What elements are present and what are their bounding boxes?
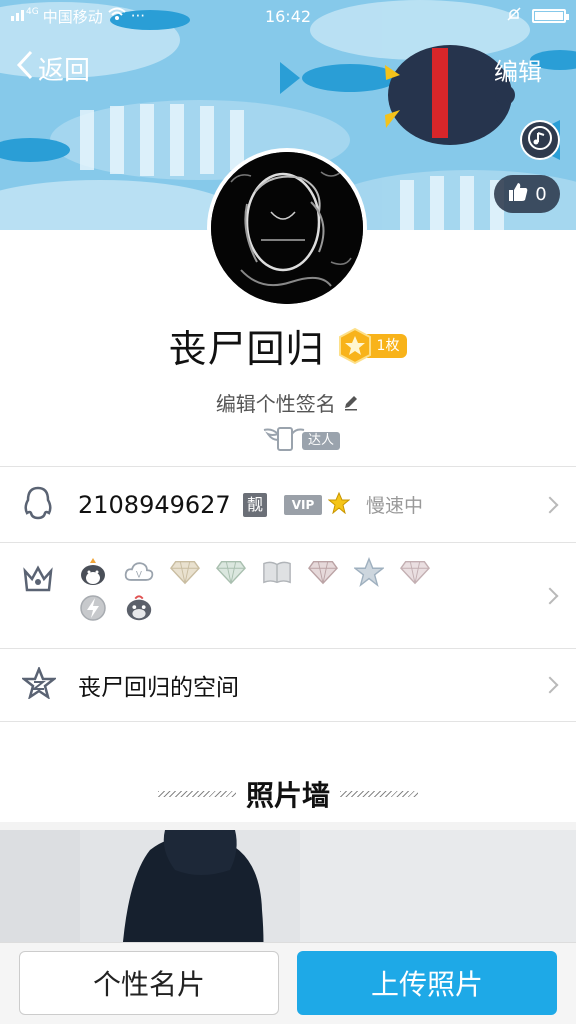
qzone-star-icon: [20, 665, 58, 703]
upload-photo-button[interactable]: 上传照片: [297, 951, 557, 1015]
winged-phone-icon: [262, 424, 306, 458]
medal-badge[interactable]: 1枚: [337, 327, 408, 365]
vip-star-icon: [327, 491, 351, 518]
qzone-row[interactable]: 丧尸回归的空间: [0, 648, 576, 722]
medal-count: 1枚: [366, 333, 408, 358]
diamond-pink-icon[interactable]: [308, 557, 338, 587]
speed-status: 慢速中: [366, 495, 424, 517]
status-bar: 4G 中国移动 ··· 16:42: [0, 0, 576, 32]
diamond-icon[interactable]: [170, 557, 200, 587]
chevron-right-icon: [541, 496, 559, 513]
pretty-number-tag: 靓: [243, 492, 267, 517]
divider-right: [340, 791, 418, 797]
chevron-left-icon: [16, 50, 34, 87]
battery-icon: [532, 9, 569, 23]
svg-text:V: V: [136, 569, 142, 579]
profile-card-button[interactable]: 个性名片: [19, 951, 279, 1015]
star-icon[interactable]: [354, 557, 384, 587]
divider-left: [157, 791, 236, 797]
photo-wall-title: 照片墙: [245, 779, 330, 812]
profile-page: 4G 中国移动 ··· 16:42 返回 编辑 0 丧尸回归 1枚 编辑个性签名…: [0, 0, 576, 1024]
photo-wall-header: 照片墙: [0, 774, 576, 814]
edit-button[interactable]: 编辑: [494, 52, 542, 87]
signature-text: 编辑个性签名: [215, 392, 336, 416]
clock: 16:42: [264, 6, 312, 26]
qq-number: 2108949627: [78, 490, 231, 519]
penguin-face-icon[interactable]: [124, 593, 154, 623]
badges-row[interactable]: V: [0, 542, 576, 648]
book-icon[interactable]: [262, 557, 292, 587]
music-icon: [527, 125, 553, 155]
diamond-light-icon[interactable]: [400, 557, 430, 587]
qq-penguin-outline-icon: [22, 485, 54, 525]
avatar[interactable]: [207, 148, 367, 308]
thumbs-up-icon: [507, 181, 529, 208]
signature-editor[interactable]: 编辑个性签名: [0, 388, 576, 417]
badge-list: V: [78, 557, 458, 623]
talent-badge[interactable]: 达人: [262, 424, 342, 454]
music-button[interactable]: [520, 120, 560, 160]
medal-star-icon: [337, 327, 373, 365]
back-label: 返回: [38, 56, 91, 86]
pencil-icon: [342, 392, 360, 416]
avatar-art: [211, 152, 363, 304]
cloud-v-icon[interactable]: V: [124, 557, 154, 587]
diamond-green-icon[interactable]: [216, 557, 246, 587]
profile-name: 丧尸回归: [168, 327, 325, 371]
like-count: 0: [535, 183, 547, 205]
chevron-right-icon: [541, 587, 559, 604]
qq-penguin-icon[interactable]: [78, 557, 108, 587]
talent-label: 达人: [302, 432, 341, 450]
chevron-right-icon: [541, 676, 559, 694]
crown-icon: [22, 563, 54, 597]
qq-number-row[interactable]: 2108949627 靓 VIP 慢速中: [0, 466, 576, 542]
bottom-action-bar: 个性名片 上传照片: [0, 942, 576, 1024]
vip-tag: VIP: [284, 494, 322, 515]
back-button[interactable]: 返回: [16, 50, 90, 87]
vip-tag-label: VIP: [291, 497, 315, 512]
name-row: 丧尸回归 1枚: [0, 318, 576, 373]
lightning-icon[interactable]: [78, 593, 108, 623]
qzone-label: 丧尸回归的空间: [78, 675, 239, 701]
like-button[interactable]: 0: [494, 175, 560, 213]
pretty-tag-label: 靓: [246, 494, 263, 514]
